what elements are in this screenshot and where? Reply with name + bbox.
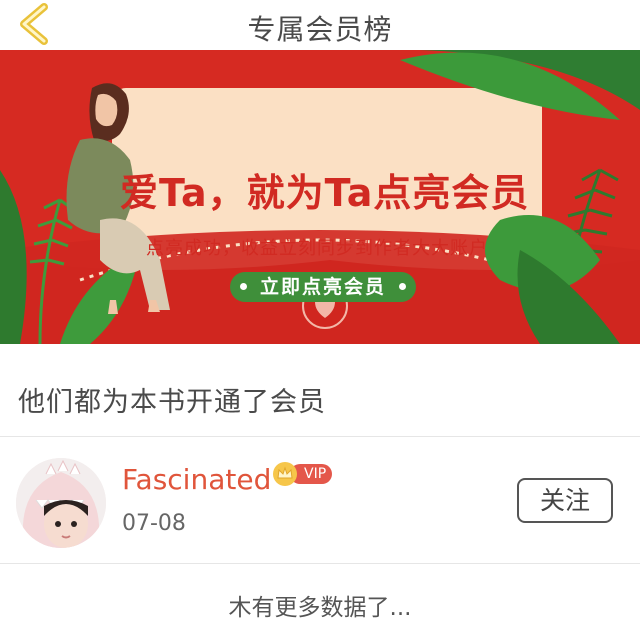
- no-more-data-text: 木有更多数据了...: [228, 595, 412, 621]
- app-header: 专属会员榜: [0, 0, 640, 50]
- banner-subtitle: 点亮成功，收益立刻同步到作者大大账户: [146, 238, 488, 259]
- avatar[interactable]: [16, 458, 106, 548]
- promo-banner[interactable]: 爱Ta，就为Ta点亮会员 点亮成功，收益立刻同步到作者大大账户 立即点亮会员: [0, 50, 640, 344]
- page-title: 专属会员榜: [247, 13, 393, 46]
- user-avatar-image: [16, 458, 106, 548]
- crown-icon: [273, 462, 297, 486]
- follow-button[interactable]: 关注: [517, 478, 613, 523]
- light-up-membership-button[interactable]: 立即点亮会员: [230, 272, 416, 302]
- member-date: 07-08: [122, 511, 186, 536]
- divider: [0, 563, 640, 564]
- banner-headline: 爱Ta，就为Ta点亮会员: [120, 171, 530, 215]
- section-title: 他们都为本书开通了会员: [18, 387, 326, 418]
- member-name[interactable]: Fascinated: [122, 463, 271, 496]
- list-item[interactable]: Fascinated VIP 07-08 关注: [0, 437, 640, 563]
